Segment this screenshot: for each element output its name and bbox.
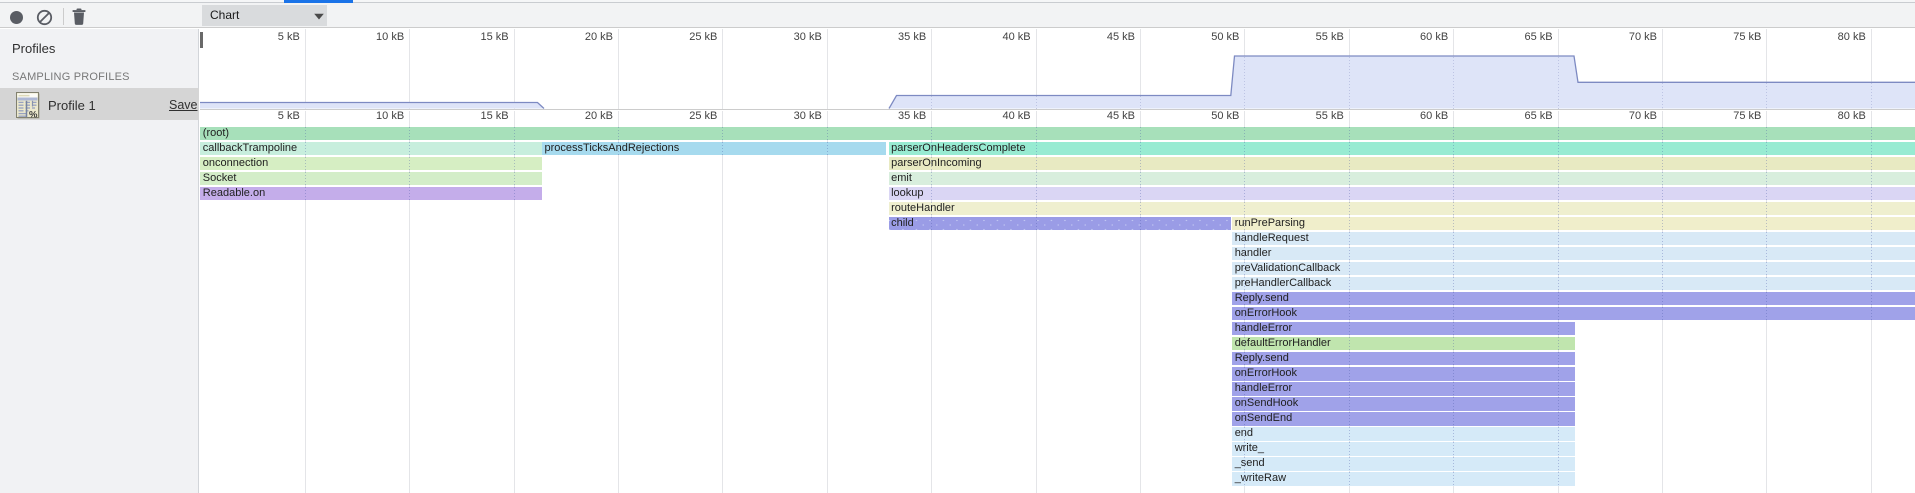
svg-text:%: %	[29, 110, 38, 120]
